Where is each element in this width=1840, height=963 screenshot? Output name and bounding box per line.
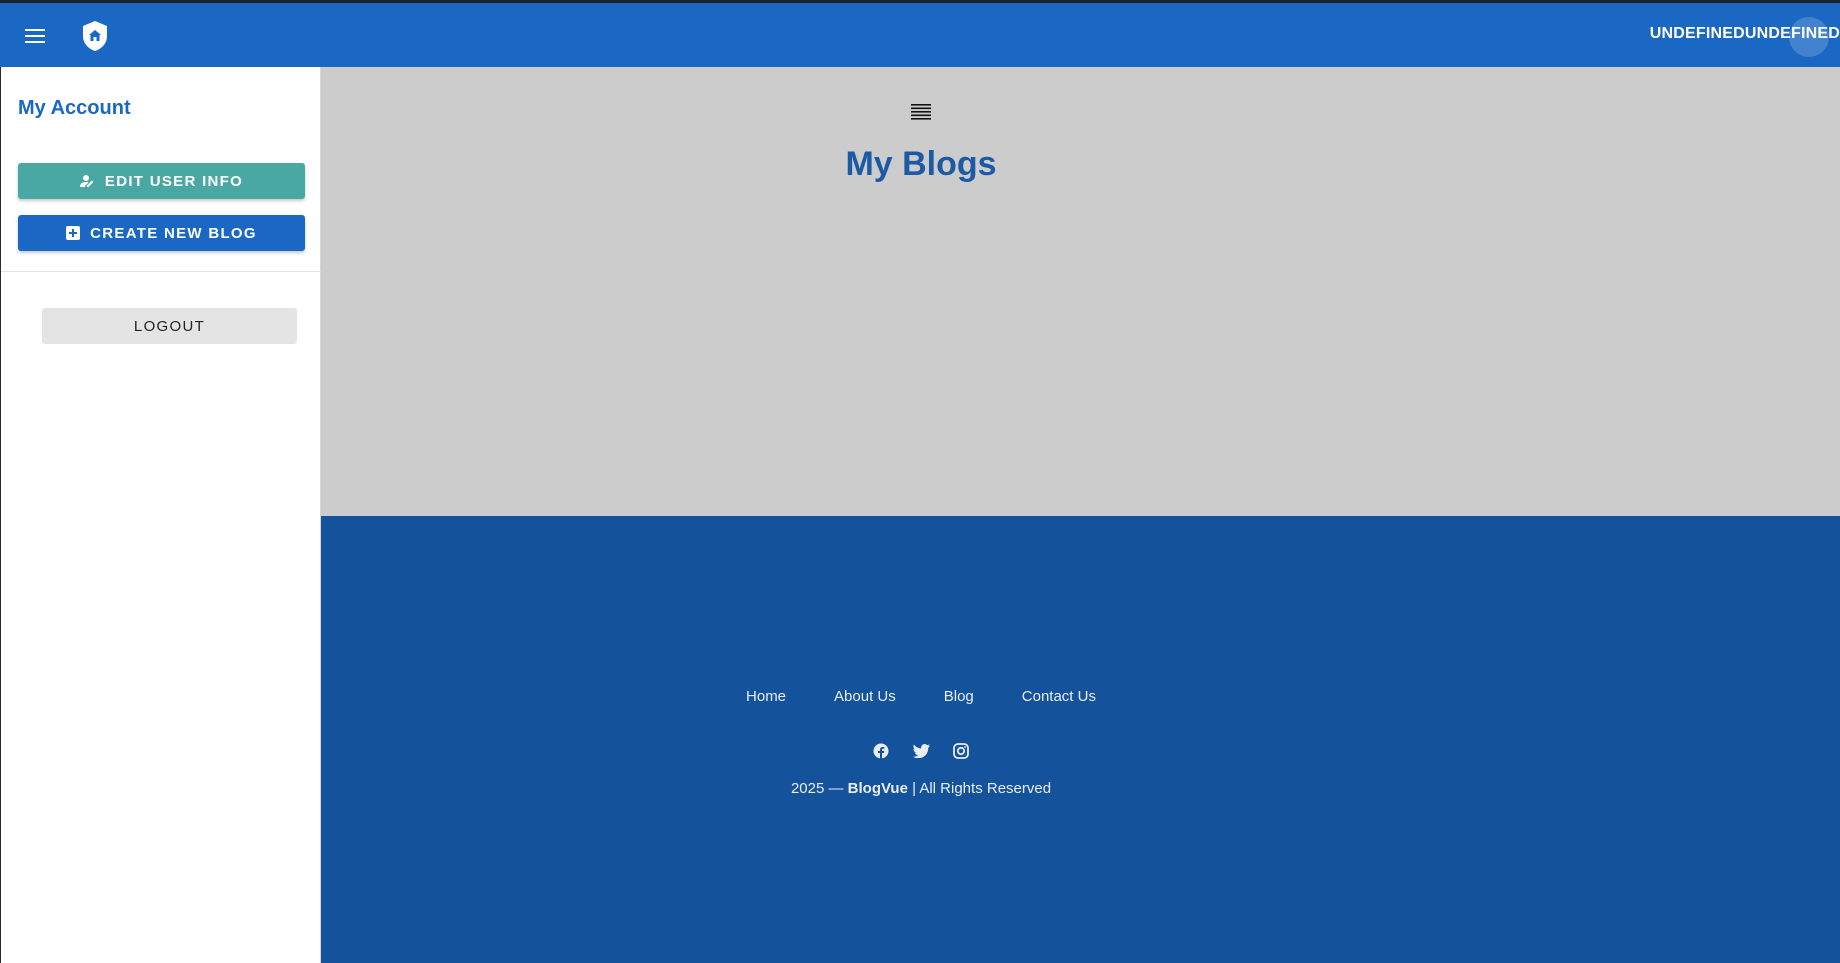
shield-home-icon[interactable] [80,19,110,53]
user-name-button[interactable]: UNDEFINEDUNDEFINED [1650,25,1840,43]
logout-button[interactable]: LOGOUT [42,308,297,344]
footer-nav: Home About Us Blog Contact Us [321,688,1521,705]
user-edit-icon [79,174,95,189]
footer-link-about-us[interactable]: About Us [810,688,920,705]
footer-link-contact-us[interactable]: Contact Us [998,688,1120,705]
copyright-suffix: | All Rights Reserved [907,780,1052,797]
instagram-icon[interactable] [952,742,970,760]
edit-user-info-label: EDIT USER INFO [104,172,244,190]
hamburger-icon[interactable] [20,21,50,51]
plus-box-icon [66,226,81,240]
account-sidebar: My Account EDIT USER INFO CREATE NEW BLO… [0,67,321,963]
social-links [321,742,1521,760]
main-content: My Blogs [321,67,1840,516]
copyright-prefix: 2025 — [790,780,848,797]
app-bar: UNDEFINEDUNDEFINED [0,0,1840,67]
copyright-text: 2025 — BlogVue | All Rights Reserved [321,780,1521,797]
create-new-blog-button[interactable]: CREATE NEW BLOG [18,215,305,251]
facebook-icon[interactable] [872,742,890,760]
edit-user-info-button[interactable]: EDIT USER INFO [18,163,305,199]
sidebar-title: My Account [18,97,131,119]
list-icon [910,102,932,122]
footer: Home About Us Blog Contact Us 2025 — Blo… [321,516,1840,963]
brand-name: BlogVue [847,780,908,797]
divider [1,271,321,272]
footer-link-blog[interactable]: Blog [920,688,998,705]
page-title: My Blogs [845,145,997,183]
twitter-icon[interactable] [912,742,930,760]
create-new-blog-label: CREATE NEW BLOG [90,224,257,242]
footer-link-home[interactable]: Home [722,688,810,705]
